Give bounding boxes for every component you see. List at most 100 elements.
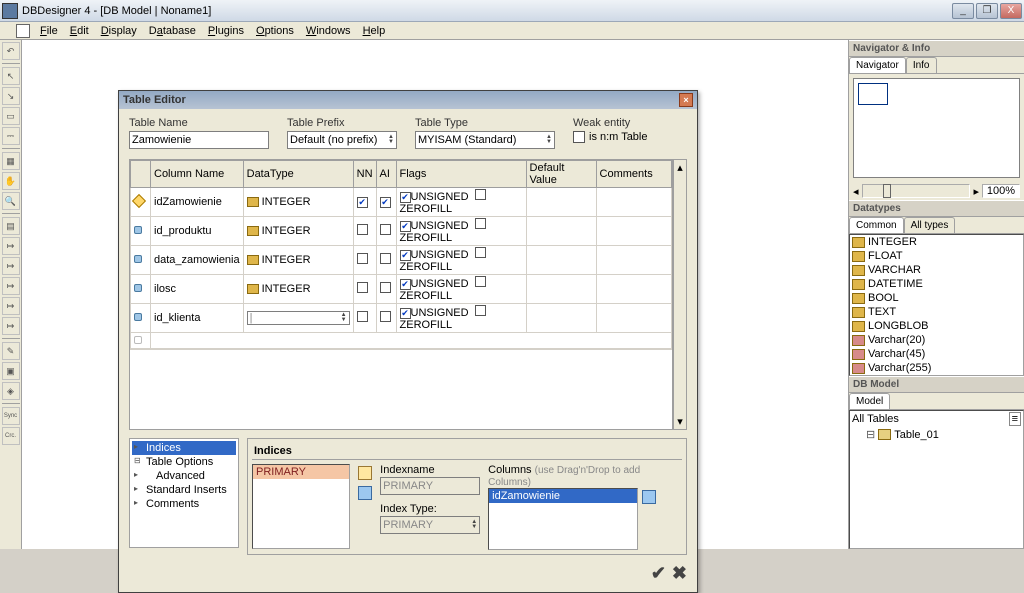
menu-windows[interactable]: Windows: [300, 25, 357, 37]
window-titlebar: DBDesigner 4 - [DB Model | Noname1] _ ❐ …: [0, 0, 1024, 22]
tool-icon[interactable]: ▭: [2, 107, 20, 125]
del-index-icon[interactable]: [358, 486, 372, 500]
grid-row[interactable]: iloscINTEGERUNSIGNED ZEROFILL: [131, 275, 672, 304]
nm-checkbox[interactable]: [573, 131, 585, 143]
index-column-item[interactable]: idZamowienie: [489, 489, 637, 503]
tab-info[interactable]: Info: [906, 57, 937, 73]
columns-label: Columns: [488, 464, 531, 476]
menu-plugins[interactable]: Plugins: [202, 25, 250, 37]
tab-alltypes[interactable]: All types: [904, 217, 956, 233]
indices-header: Indices: [252, 443, 682, 460]
datatype-item[interactable]: BOOL: [850, 291, 1023, 305]
model-table[interactable]: ⊟Table_01: [850, 427, 1023, 442]
datatype-item[interactable]: Varchar(255): [850, 361, 1023, 375]
menu-help[interactable]: Help: [357, 25, 392, 37]
zoom-value[interactable]: 100%: [982, 184, 1020, 198]
grid-hdr[interactable]: NN: [353, 161, 376, 188]
cancel-button[interactable]: ✖: [672, 563, 687, 584]
close-button[interactable]: X: [1000, 3, 1022, 19]
datatype-item[interactable]: VARCHAR: [850, 263, 1023, 277]
grid-hdr[interactable]: Comments: [596, 161, 671, 188]
indextype-select[interactable]: PRIMARY▲▼: [380, 516, 480, 534]
tool-icon[interactable]: ◈: [2, 382, 20, 400]
tool-icon[interactable]: ▦: [2, 152, 20, 170]
tree-table-options[interactable]: Table Options: [132, 455, 236, 469]
tool-icon[interactable]: 🔍: [2, 192, 20, 210]
tool-icon[interactable]: ↦: [2, 317, 20, 335]
grid-hdr[interactable]: Flags: [396, 161, 526, 188]
dialog-close-button[interactable]: ×: [679, 93, 693, 107]
tool-icon[interactable]: ▤: [2, 217, 20, 235]
add-index-icon[interactable]: [358, 466, 372, 480]
grid-row[interactable]: id_klienta|▲▼UNSIGNED ZEROFILL: [131, 304, 672, 333]
weak-entity-label: Weak entity: [573, 117, 648, 129]
datatype-item[interactable]: Varchar(45): [850, 347, 1023, 361]
tab-common[interactable]: Common: [849, 217, 904, 233]
option-tree[interactable]: Indices Table Options Advanced Standard …: [129, 438, 239, 548]
grid-row[interactable]: idZamowienieINTEGERUNSIGNED ZEROFILL: [131, 188, 672, 217]
tab-navigator[interactable]: Navigator: [849, 57, 906, 73]
ok-button[interactable]: ✔: [651, 563, 666, 584]
dbmodel-header: DB Model: [849, 376, 1024, 393]
grid-hdr[interactable]: AI: [376, 161, 396, 188]
app-icon: [2, 3, 18, 19]
tool-icon[interactable]: ↦: [2, 257, 20, 275]
grid-row[interactable]: id_produktuINTEGERUNSIGNED ZEROFILL: [131, 217, 672, 246]
tool-icon[interactable]: ↖: [2, 67, 20, 85]
tool-icon[interactable]: ↘: [2, 87, 20, 105]
datatype-item[interactable]: TEXT: [850, 305, 1023, 319]
grid-hdr[interactable]: Default Value: [526, 161, 596, 188]
grid-row[interactable]: data_zamowieniaINTEGERUNSIGNED ZEROFILL: [131, 246, 672, 275]
tool-icon[interactable]: ↶: [2, 42, 20, 60]
datatype-item[interactable]: DATETIME: [850, 277, 1023, 291]
scrollbar[interactable]: ▴▾: [673, 159, 687, 430]
datatype-item[interactable]: INTEGER: [850, 235, 1023, 249]
tree-comments[interactable]: Comments: [132, 497, 236, 511]
datatype-item[interactable]: LONGBLOB: [850, 319, 1023, 333]
tree-indices[interactable]: Indices: [132, 441, 236, 455]
table-name-label: Table Name: [129, 117, 269, 129]
datatype-item[interactable]: FLOAT: [850, 249, 1023, 263]
grid-hdr[interactable]: DataType: [243, 161, 353, 188]
menu-file[interactable]: File: [34, 25, 64, 37]
dialog-titlebar[interactable]: Table Editor ×: [119, 91, 697, 109]
columns-grid[interactable]: Column Name DataType NN AI Flags Default…: [129, 159, 673, 430]
tool-sync[interactable]: Sync: [2, 407, 20, 425]
navigator-header: Navigator & Info: [849, 40, 1024, 57]
tool-crc[interactable]: Crc.: [2, 427, 20, 445]
right-panel: Navigator & Info Navigator Info ◂▸ 100% …: [848, 40, 1024, 549]
datatype-item[interactable]: Varchar(20): [850, 333, 1023, 347]
tool-icon[interactable]: ▣: [2, 362, 20, 380]
model-root[interactable]: All Tables≡: [850, 411, 1023, 427]
indexname-input[interactable]: [380, 477, 480, 495]
datatypes-header: Datatypes: [849, 200, 1024, 217]
del-col-icon[interactable]: [642, 490, 656, 504]
canvas[interactable]: Table Editor × Table Name Table Prefix D…: [22, 40, 848, 549]
index-item[interactable]: PRIMARY: [253, 465, 349, 479]
table-type-select[interactable]: MYISAM (Standard)▲▼: [415, 131, 555, 149]
menu-options[interactable]: Options: [250, 25, 300, 37]
tree-advanced[interactable]: Advanced: [132, 469, 236, 483]
tool-icon[interactable]: ✋: [2, 172, 20, 190]
zoom-slider[interactable]: ◂▸ 100%: [849, 182, 1024, 200]
minimize-button[interactable]: _: [952, 3, 974, 19]
tool-icon[interactable]: ↦: [2, 237, 20, 255]
grid-hdr[interactable]: Column Name: [151, 161, 244, 188]
tab-model[interactable]: Model: [849, 393, 890, 409]
table-name-input[interactable]: [129, 131, 269, 149]
menu-edit[interactable]: Edit: [64, 25, 95, 37]
menu-database[interactable]: Database: [143, 25, 202, 37]
navigator-canvas[interactable]: [853, 78, 1020, 178]
index-list[interactable]: PRIMARY: [252, 464, 350, 549]
table-prefix-select[interactable]: Default (no prefix)▲▼: [287, 131, 397, 149]
tool-icon[interactable]: ↦: [2, 297, 20, 315]
index-columns-list[interactable]: idZamowienie: [488, 488, 638, 550]
tree-standard-inserts[interactable]: Standard Inserts: [132, 483, 236, 497]
model-tree[interactable]: All Tables≡ ⊟Table_01: [849, 410, 1024, 549]
datatypes-list[interactable]: INTEGERFLOATVARCHARDATETIMEBOOLTEXTLONGB…: [849, 234, 1024, 376]
tool-icon[interactable]: ↦: [2, 277, 20, 295]
menu-display[interactable]: Display: [95, 25, 143, 37]
maximize-button[interactable]: ❐: [976, 3, 998, 19]
tool-icon[interactable]: ✎: [2, 342, 20, 360]
tool-icon[interactable]: ⎓: [2, 127, 20, 145]
